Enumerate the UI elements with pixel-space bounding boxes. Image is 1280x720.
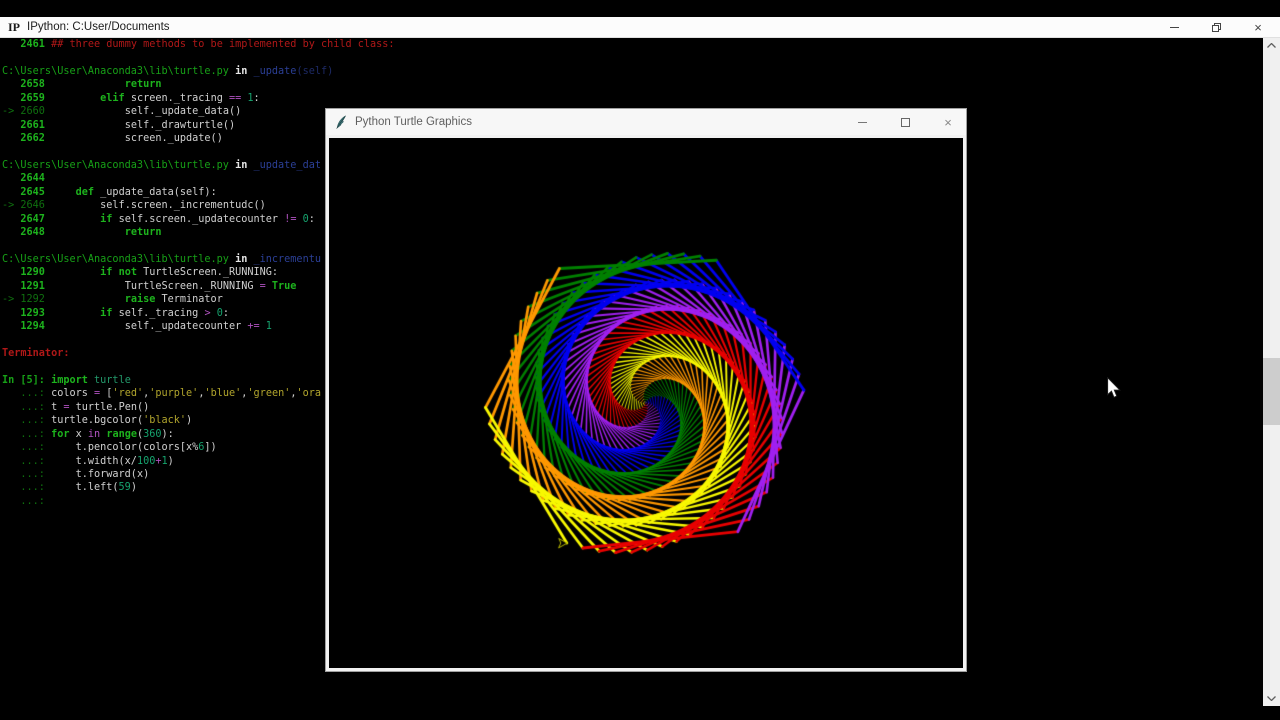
minimize-icon: [1169, 27, 1179, 28]
minimize-icon: [857, 121, 867, 123]
screen: IP IPython: C:User/Documents × 2461 ## t…: [0, 0, 1280, 720]
ipython-app-icon: IP: [8, 19, 20, 34]
turtle-maximize-button[interactable]: [897, 114, 913, 130]
mouse-cursor-icon: [1107, 377, 1121, 398]
restore-icon: [1211, 23, 1221, 32]
tk-feather-icon: [336, 115, 347, 129]
turtle-canvas-area: [329, 138, 963, 668]
scroll-up-button[interactable]: [1263, 38, 1280, 53]
maximize-icon: [900, 117, 910, 127]
console-line: 2659 elif screen._tracing == 1:: [20, 92, 260, 104]
turtle-graphics-window: Python Turtle Graphics ×: [325, 108, 967, 672]
console-window-title: IPython: C:User/Documents: [27, 21, 170, 33]
turtle-titlebar[interactable]: Python Turtle Graphics ×: [326, 109, 966, 135]
console-line: 2461 ## three dummy methods to be implem…: [20, 39, 395, 50]
close-icon: ×: [1254, 20, 1262, 35]
console-titlebar: IP IPython: C:User/Documents ×: [0, 17, 1280, 38]
console-scrollbar[interactable]: [1263, 38, 1280, 706]
close-icon: ×: [944, 114, 952, 130]
scrollbar-thumb[interactable]: [1263, 358, 1280, 425]
console-line: C:\Users\User\Anaconda3\lib\turtle.py in…: [2, 65, 334, 77]
chevron-down-icon: [1267, 696, 1276, 701]
scroll-down-button[interactable]: [1263, 691, 1280, 706]
console-restore-button[interactable]: [1208, 20, 1224, 36]
chevron-up-icon: [1267, 43, 1276, 48]
turtle-window-title: Python Turtle Graphics: [355, 116, 472, 128]
console-line: 2658 return: [20, 79, 162, 91]
console-minimize-button[interactable]: [1166, 20, 1182, 36]
turtle-spiral-canvas: [329, 138, 963, 668]
console-close-button[interactable]: ×: [1250, 20, 1266, 36]
turtle-close-button[interactable]: ×: [940, 114, 956, 130]
turtle-minimize-button[interactable]: [854, 114, 870, 130]
